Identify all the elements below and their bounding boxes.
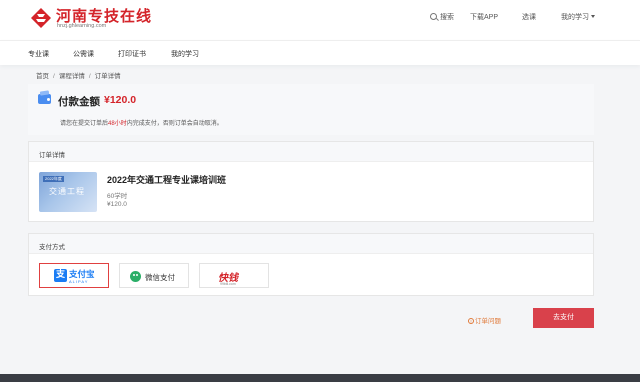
breadcrumb-separator: / xyxy=(88,73,91,80)
payment-method-card: 支付方式 支 支付宝 ALIPAY 微信支付 快钱 99bill.com xyxy=(28,233,594,296)
breadcrumb-course-detail[interactable]: 课程详情 xyxy=(59,73,85,80)
wechat-pay-name: 微信支付 xyxy=(145,273,175,282)
thumbnail-tag: 2022年度 xyxy=(43,176,64,182)
payment-note-text: 内完成支付，否则订单会自动取消。 xyxy=(126,121,223,127)
payment-label: 付款金额 xyxy=(58,96,100,108)
select-course-link[interactable]: 选课 xyxy=(522,12,536,22)
order-issue-label: 订单问题 xyxy=(475,318,501,325)
course-hours: 60学时 xyxy=(107,193,128,200)
payment-amount: ¥120.0 xyxy=(104,94,137,106)
payment-note-text: 请您在提交订单后 xyxy=(60,121,109,127)
search-label: 搜索 xyxy=(440,14,454,21)
pay-now-button[interactable]: 去支付 xyxy=(533,308,594,328)
breadcrumb-home[interactable]: 首页 xyxy=(36,73,49,80)
breadcrumb-separator: / xyxy=(53,73,55,80)
wechat-pay-option[interactable]: 微信支付 xyxy=(119,263,189,288)
main-menu: 专业课 公需课 打印证书 我的学习 xyxy=(0,40,640,65)
page-footer xyxy=(0,374,640,382)
menu-professional[interactable]: 专业课 xyxy=(28,49,49,59)
alipay-option[interactable]: 支 支付宝 ALIPAY xyxy=(39,263,109,288)
course-price: ¥120.0 xyxy=(107,201,127,208)
wechat-icon xyxy=(130,271,141,282)
breadcrumb: 首页 / 课程详情 / 订单详情 xyxy=(36,70,121,80)
my-learning-dropdown[interactable]: 我的学习 xyxy=(561,12,595,22)
kuaiqian-sub: 99bill.com xyxy=(220,282,236,286)
payment-summary: 付款金额 ¥120.0 请您在提交订单后48小时内完成支付，否则订单会自动取消。 xyxy=(28,84,594,135)
payment-deadline: 48小时 xyxy=(108,121,127,127)
warning-icon: ! xyxy=(468,318,474,324)
search-icon xyxy=(430,13,437,20)
select-course-label: 选课 xyxy=(522,14,536,21)
alipay-sub: ALIPAY xyxy=(69,279,89,284)
top-header: 河南专技在线 hnzj.ghlearning.com 搜索 下载APP 选课 我… xyxy=(0,0,640,40)
course-thumbnail: 2022年度 交通工程 xyxy=(39,172,97,212)
kuaiqian-option[interactable]: 快钱 99bill.com xyxy=(199,263,269,288)
order-issue-link[interactable]: ! 订单问题 xyxy=(468,315,501,325)
thumbnail-text: 交通工程 xyxy=(49,187,85,196)
download-app-label: 下载APP xyxy=(470,14,499,21)
logo-url: hnzj.ghlearning.com xyxy=(57,23,107,29)
wallet-icon xyxy=(38,94,51,104)
payment-method-title: 支付方式 xyxy=(29,234,593,254)
my-learning-label: 我的学习 xyxy=(561,14,589,21)
order-detail-card: 订单详情 2022年度 交通工程 2022年交通工程专业课培训班 60学时 ¥1… xyxy=(28,141,594,222)
alipay-icon: 支 xyxy=(54,269,67,282)
course-title: 2022年交通工程专业课培训班 xyxy=(107,175,227,185)
payment-note: 请您在提交订单后48小时内完成支付，否则订单会自动取消。 xyxy=(60,118,223,127)
site-logo[interactable]: 河南专技在线 hnzj.ghlearning.com xyxy=(30,5,170,31)
caret-down-icon xyxy=(591,15,595,18)
menu-public[interactable]: 公需课 xyxy=(73,49,94,59)
menu-my-learning[interactable]: 我的学习 xyxy=(171,49,199,59)
breadcrumb-order-detail: 订单详情 xyxy=(94,73,121,80)
logo-icon xyxy=(31,8,51,28)
menu-print-certificate[interactable]: 打印证书 xyxy=(118,49,146,59)
download-app-link[interactable]: 下载APP xyxy=(470,12,498,22)
search-link[interactable]: 搜索 xyxy=(430,12,454,22)
order-detail-title: 订单详情 xyxy=(29,142,593,162)
